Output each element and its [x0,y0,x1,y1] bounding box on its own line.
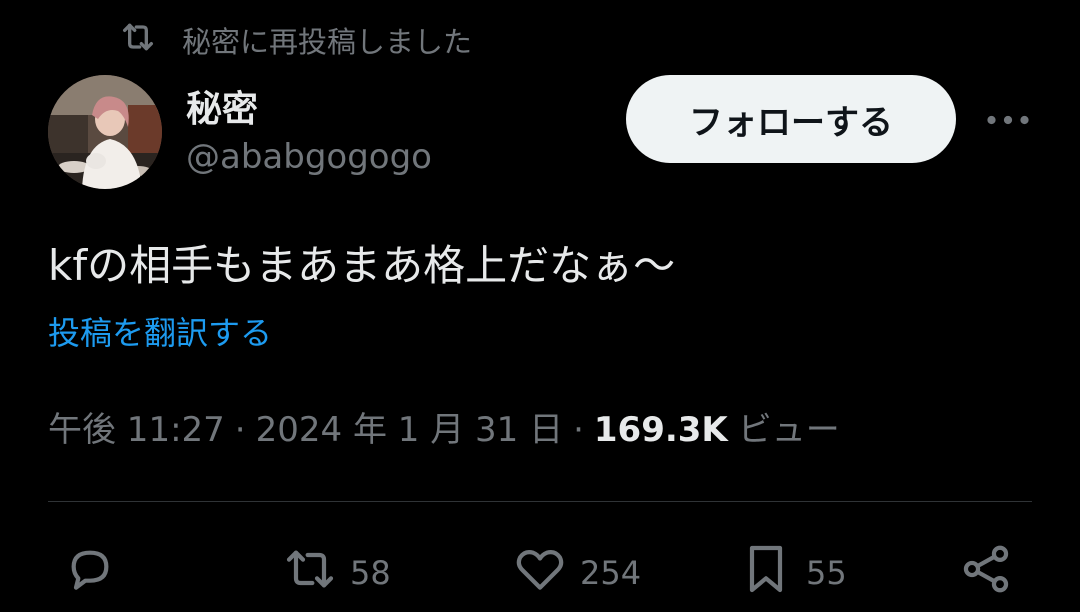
share-icon [958,541,1014,605]
share-button[interactable] [958,544,1014,602]
heart-icon [512,541,568,605]
like-button[interactable]: 254 [512,544,641,602]
post-date[interactable]: 2024 年 1 月 31 日 [256,402,563,451]
follow-button[interactable]: フォローする [626,75,956,163]
translate-post-link[interactable]: 投稿を翻訳する [48,308,272,354]
repost-indicator[interactable]: 秘密に再投稿しました [118,20,472,60]
bookmark-icon [738,541,794,605]
post-meta: 午後 11:27 · 2024 年 1 月 31 日 · 169.3K ビュー [48,402,840,451]
post-text: kfの相手もまあまあ格上だなぁ〜 [48,241,676,290]
author-handle[interactable]: @ababgogogo [186,137,432,177]
meta-separator: · [573,410,584,450]
repost-button[interactable]: 58 [282,544,391,602]
meta-separator: · [234,410,246,450]
author-display-name[interactable]: 秘密 [186,80,258,132]
like-count: 254 [580,554,642,592]
views-count: 169.3K [593,410,728,450]
reply-button[interactable] [62,544,118,602]
repost-icon [118,17,182,64]
more-options-icon[interactable] [984,100,1032,140]
repost-label: 秘密に再投稿しました [182,25,473,59]
reply-icon [62,541,118,605]
avatar[interactable] [48,75,162,189]
divider [48,501,1032,502]
repost-count: 58 [350,554,391,592]
repost-icon [282,541,338,605]
post-time[interactable]: 午後 11:27 [48,402,225,451]
bookmark-button[interactable]: 55 [738,544,847,602]
views-label: ビュー [737,410,840,450]
bookmark-count: 55 [806,554,847,592]
